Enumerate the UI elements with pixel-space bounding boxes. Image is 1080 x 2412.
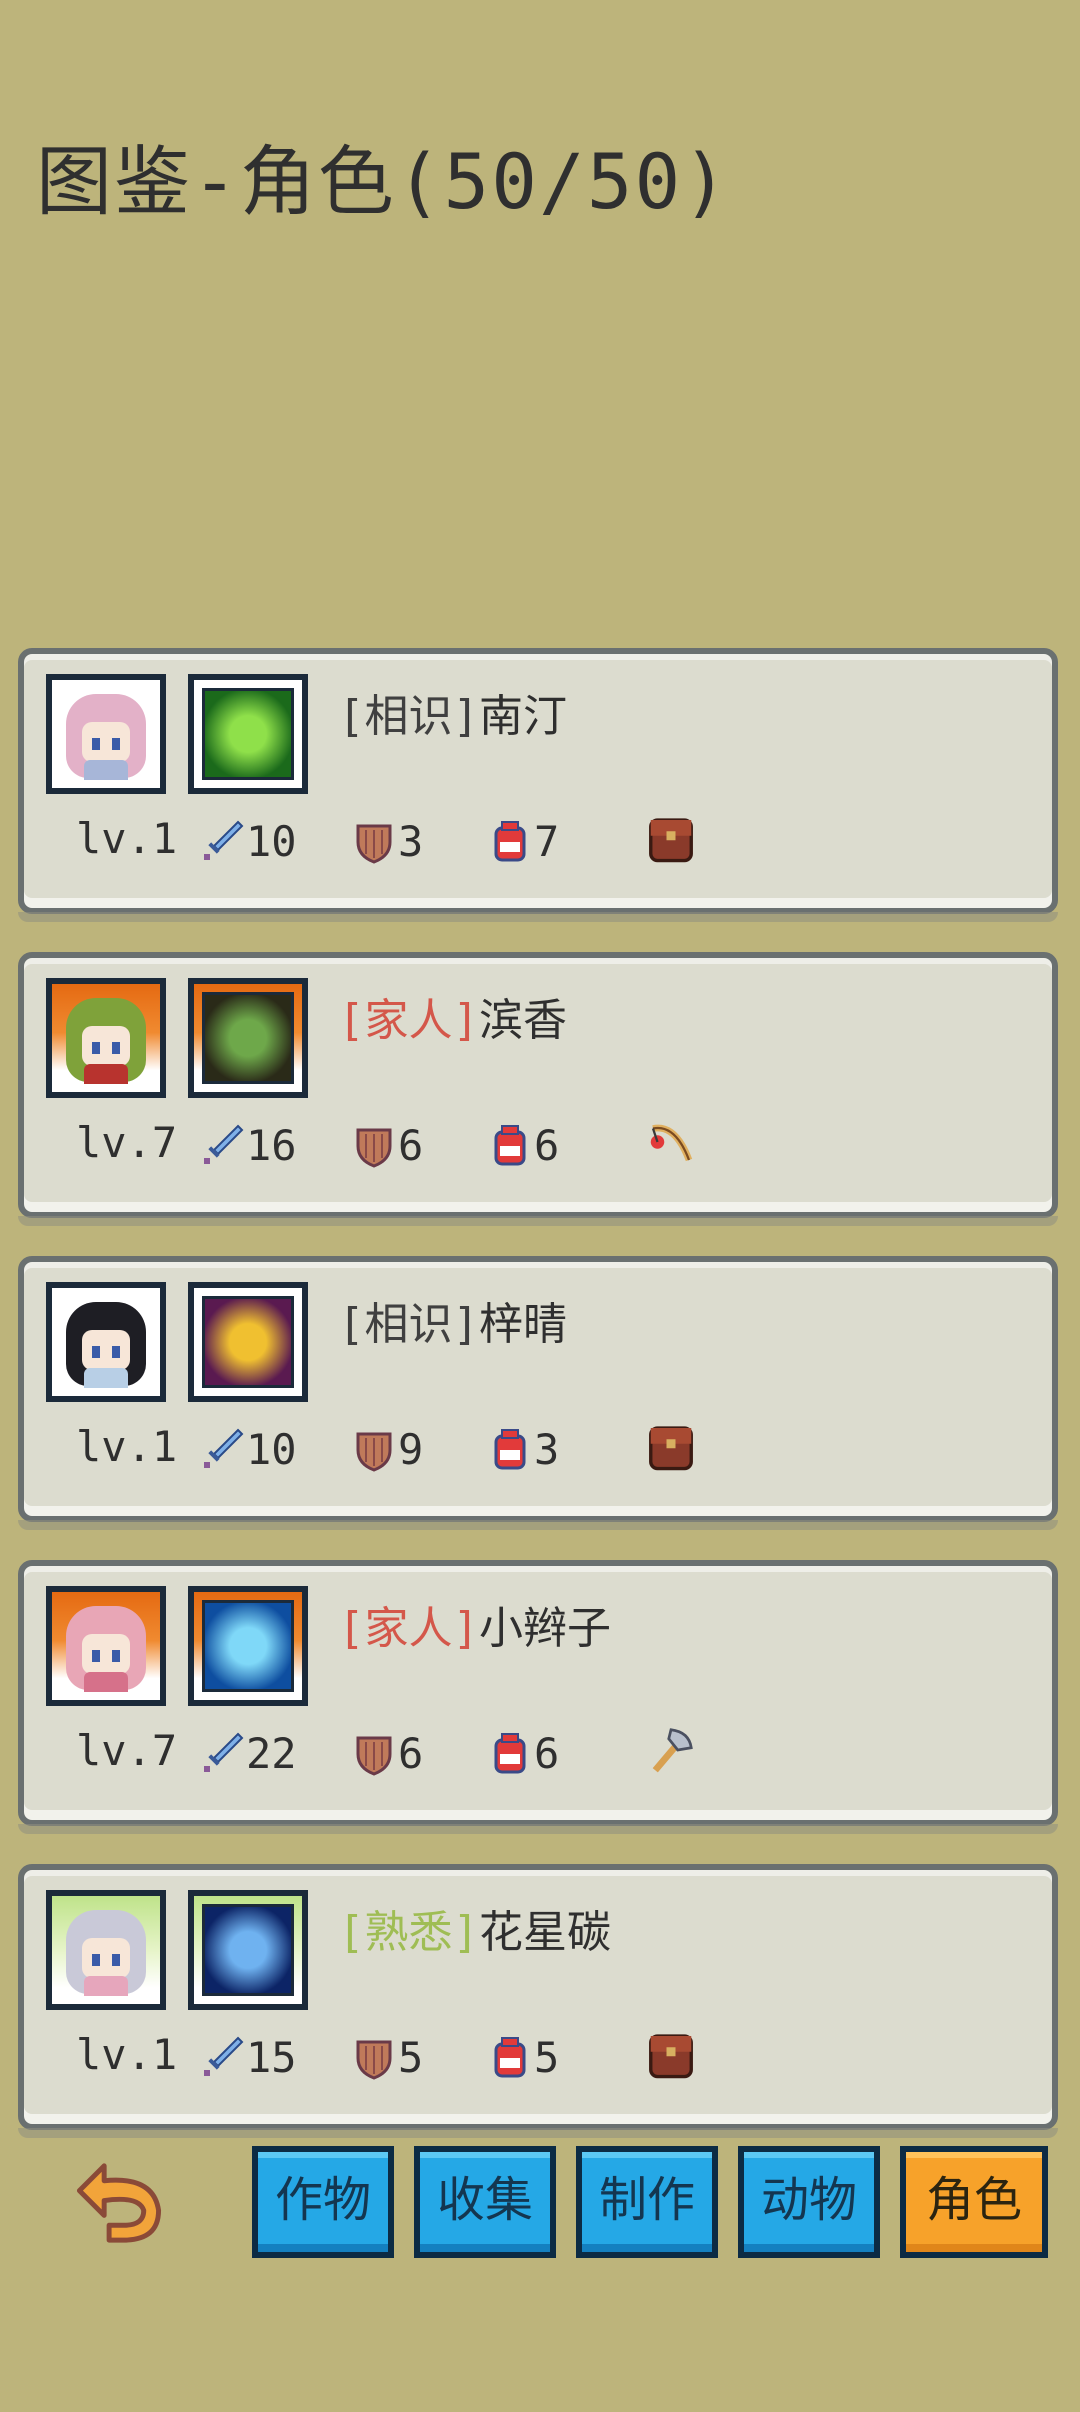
character-card[interactable]: [家人]小辫子 lv.7 22 6 6 [18, 1560, 1058, 1834]
tab-crops[interactable]: 作物 [252, 2146, 394, 2258]
hp-value: 5 [534, 2033, 560, 2082]
relation-tag: [熟悉] [338, 1907, 479, 1958]
tab-crafting[interactable]: 制作 [576, 2146, 718, 2258]
back-arrow-icon[interactable] [64, 2156, 174, 2250]
level-label: lv.1 [76, 814, 178, 863]
shield-icon [356, 2040, 392, 2080]
shield-icon [356, 1432, 392, 1472]
character-card[interactable]: [熟悉]花星碳 lv.1 15 5 5 [18, 1864, 1058, 2138]
sword-icon [204, 2036, 244, 2076]
character-portrait [46, 1890, 166, 2010]
hp-value: 6 [534, 1729, 560, 1778]
level-label: lv.7 [76, 1118, 178, 1167]
backpack-icon [649, 1425, 693, 1470]
level-label: lv.1 [76, 2030, 178, 2079]
attack-value: 22 [246, 1729, 297, 1778]
skill-icon [188, 674, 308, 794]
character-portrait [46, 1586, 166, 1706]
health-potion-icon [494, 1124, 526, 1165]
character-name: 梓晴 [478, 1299, 567, 1350]
defense-value: 9 [398, 1425, 424, 1474]
bottom-bar: 作物 收集 制作 动物 角色 [0, 2140, 1080, 2260]
hp-value: 6 [534, 1121, 560, 1170]
relation-tag: [家人] [338, 995, 479, 1046]
health-potion-icon [494, 820, 526, 861]
character-portrait [46, 674, 166, 794]
relation-tag: [相识] [338, 1299, 479, 1350]
character-name: 花星碳 [478, 1907, 611, 1958]
backpack-icon [649, 2033, 693, 2078]
health-potion-icon [494, 2036, 526, 2077]
relation-tag: [家人] [338, 1603, 479, 1654]
shield-icon [356, 1736, 392, 1776]
backpack-icon [649, 817, 693, 862]
character-card[interactable]: [相识]梓晴 lv.1 10 9 3 [18, 1256, 1058, 1530]
axe-icon [652, 1727, 693, 1772]
fishing-rod-icon [650, 1124, 693, 1161]
sword-icon [204, 1428, 244, 1468]
character-name: 小辫子 [478, 1603, 611, 1654]
attack-value: 16 [246, 1121, 297, 1170]
sword-icon [204, 820, 244, 860]
skill-icon [188, 1282, 308, 1402]
attack-value: 15 [246, 2033, 297, 2082]
sword-icon [204, 1732, 244, 1772]
tab-animals[interactable]: 动物 [738, 2146, 880, 2258]
defense-value: 5 [398, 2033, 424, 2082]
defense-value: 6 [398, 1729, 424, 1778]
character-portrait [46, 978, 166, 1098]
shield-icon [356, 824, 392, 864]
character-name: 南汀 [478, 691, 567, 742]
hp-value: 7 [534, 817, 560, 866]
shield-icon [356, 1128, 392, 1168]
health-potion-icon [494, 1732, 526, 1773]
skill-icon [188, 1890, 308, 2010]
character-card[interactable]: [家人]滨香 lv.7 16 6 6 [18, 952, 1058, 1226]
character-list: [相识]南汀 lv.1 10 3 7 [家人]滨香 lv.7 16 6 6 [相… [18, 648, 1058, 2168]
sword-icon [204, 1124, 244, 1164]
attack-value: 10 [246, 817, 297, 866]
character-name: 滨香 [478, 995, 567, 1046]
level-label: lv.1 [76, 1422, 178, 1471]
attack-value: 10 [246, 1425, 297, 1474]
hp-value: 3 [534, 1425, 560, 1474]
character-portrait [46, 1282, 166, 1402]
defense-value: 3 [398, 817, 424, 866]
defense-value: 6 [398, 1121, 424, 1170]
relation-tag: [相识] [338, 691, 479, 742]
page-title: 图鉴-角色(50/50) [36, 137, 731, 226]
health-potion-icon [494, 1428, 526, 1469]
tab-collection[interactable]: 收集 [414, 2146, 556, 2258]
tab-characters[interactable]: 角色 [900, 2146, 1048, 2258]
level-label: lv.7 [76, 1726, 178, 1775]
skill-icon [188, 1586, 308, 1706]
skill-icon [188, 978, 308, 1098]
character-card[interactable]: [相识]南汀 lv.1 10 3 7 [18, 648, 1058, 922]
